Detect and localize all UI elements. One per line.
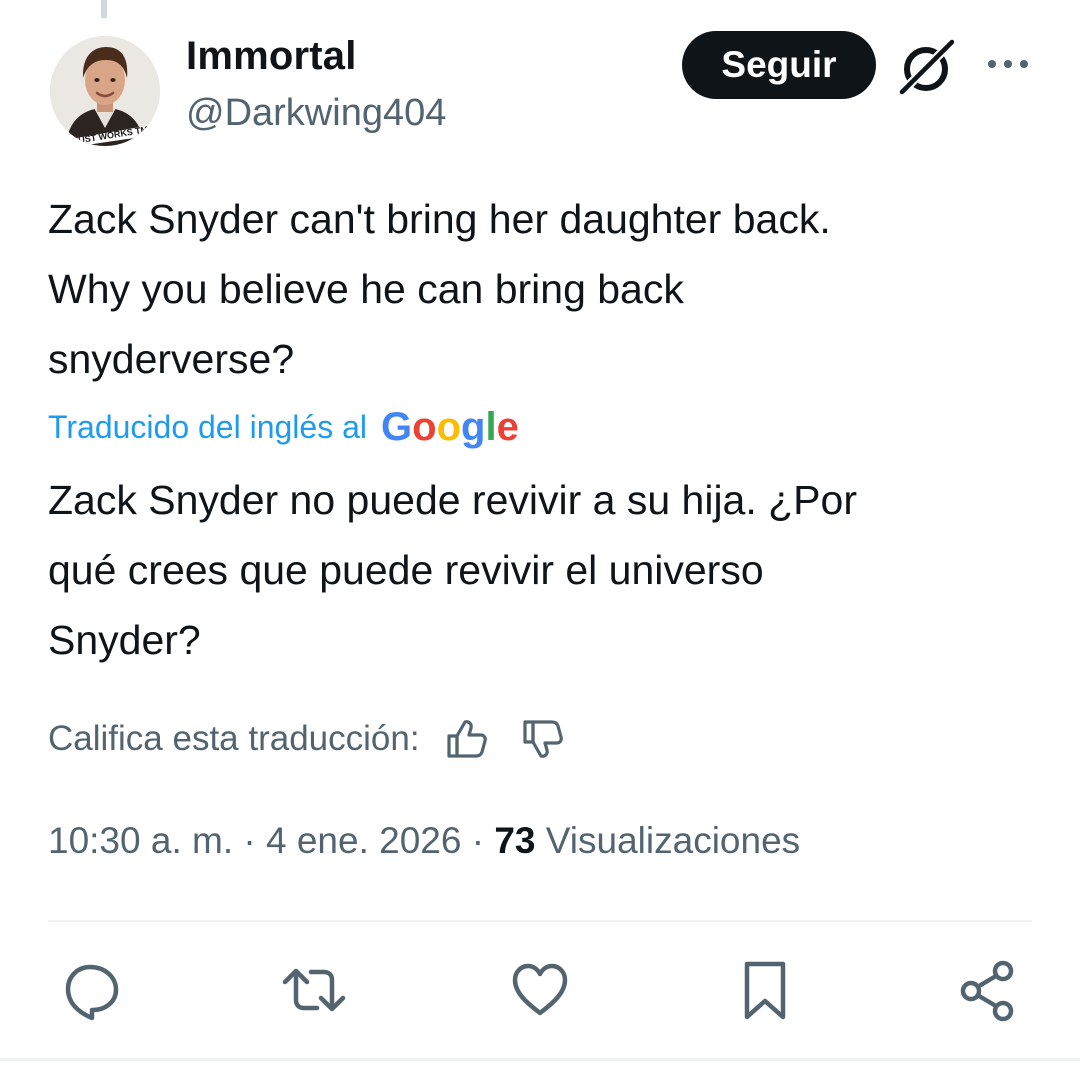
share-icon [960, 960, 1014, 1022]
translation-line: Zack Snyder no puede revivir a su hija. … [48, 477, 857, 523]
tweet-time[interactable]: 10:30 a. m. [48, 820, 233, 861]
tweet-text-line: Zack Snyder can't bring her daughter bac… [48, 196, 831, 242]
meta-separator: · [471, 820, 485, 861]
translation-attribution[interactable]: Traducido del inglés al Google [48, 402, 521, 452]
like-button[interactable] [508, 958, 572, 1022]
share-button[interactable] [957, 958, 1021, 1022]
thread-connector-line [101, 0, 107, 18]
tweet-text: Zack Snyder can't bring her daughter bac… [48, 184, 1038, 394]
views-label: Visualizaciones [545, 820, 801, 861]
google-logo-letter: g [461, 405, 485, 449]
translation-line: qué crees que puede revivir el universo [48, 547, 764, 593]
google-logo-text: Google [381, 405, 519, 449]
google-logo-letter: o [412, 405, 436, 449]
like-icon [512, 963, 568, 1016]
bookmark-icon [744, 961, 786, 1020]
google-logo-letter: l [485, 405, 496, 449]
translation-text: Zack Snyder no puede revivir a su hija. … [48, 465, 1038, 675]
tweet-date[interactable]: 4 ene. 2026 [266, 820, 461, 861]
author-handle[interactable]: @Darkwing404 [186, 92, 446, 135]
avatar[interactable]: IT JUST WORKS TM [50, 36, 160, 146]
translated-label[interactable]: Traducido del inglés al [48, 409, 367, 446]
follow-button[interactable]: Seguir [682, 31, 876, 99]
divider [48, 920, 1032, 922]
retweet-icon [282, 968, 346, 1012]
google-logo-letter: e [497, 405, 519, 449]
rate-translation-label: Califica esta traducción: [48, 719, 420, 758]
reply-button[interactable] [60, 958, 124, 1022]
bookmark-button[interactable] [733, 958, 797, 1022]
retweet-button[interactable] [282, 958, 346, 1022]
bottom-divider [0, 1058, 1080, 1061]
avatar-image: IT JUST WORKS TM [50, 36, 160, 146]
google-logo-letter: o [437, 405, 461, 449]
translation-line: Snyder? [48, 617, 201, 663]
more-icon[interactable] [982, 46, 1034, 82]
tweet-metadata: 10:30 a. m. · 4 ene. 2026 · 73 Visualiza… [48, 820, 800, 862]
author-name[interactable]: Immortal [186, 34, 357, 79]
views-count: 73 [494, 820, 536, 861]
meta-separator: · [243, 820, 256, 861]
thumbs-down-icon[interactable] [520, 716, 566, 762]
grok-icon[interactable] [896, 37, 958, 97]
google-logo: Google [381, 405, 519, 449]
thumbs-up-icon[interactable] [444, 716, 490, 762]
rate-translation: Califica esta traducción: [48, 714, 566, 764]
tweet-text-line: snyderverse? [48, 336, 295, 382]
tweet-text-line: Why you believe he can bring back [48, 266, 684, 312]
google-logo-letter: G [381, 405, 412, 449]
reply-icon [65, 964, 119, 1021]
